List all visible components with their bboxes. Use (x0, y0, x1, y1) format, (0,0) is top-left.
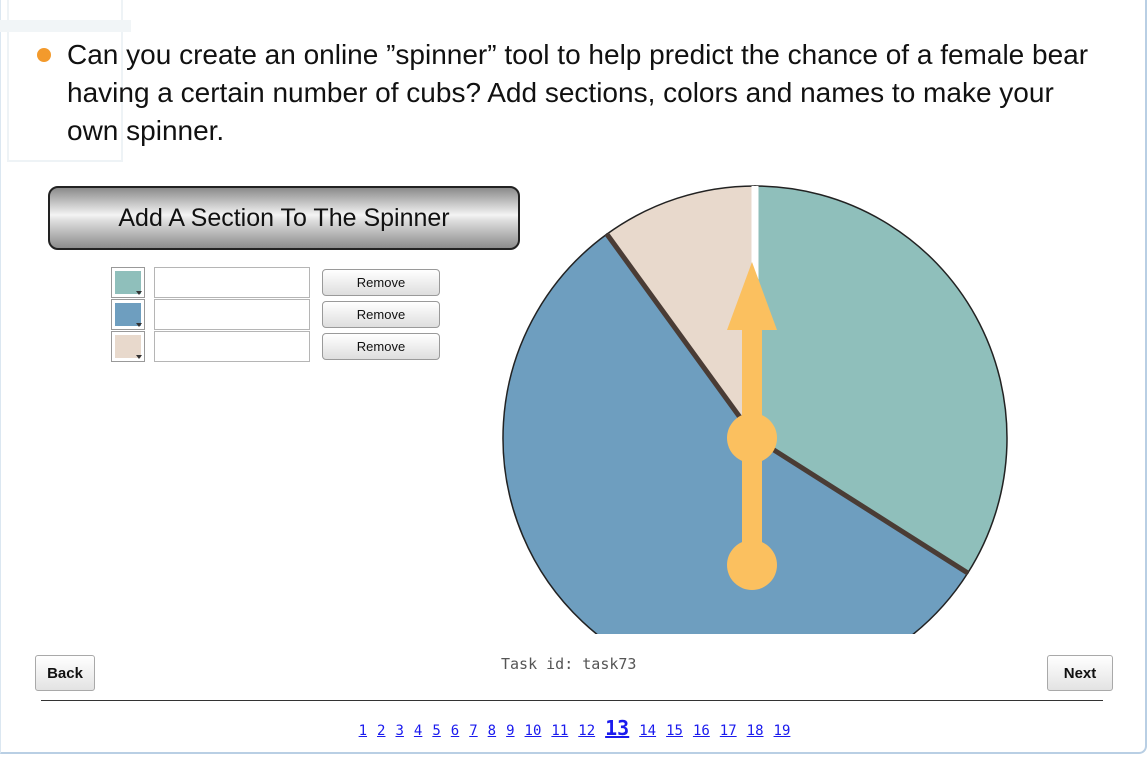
page-navigation: 1 2 3 4 5 6 7 8 9 10 11 12 13 14 15 16 17 18 19 (1, 716, 1147, 740)
chevron-down-icon (136, 323, 142, 327)
page-link-15[interactable]: 15 (666, 723, 683, 739)
page-link-16[interactable]: 16 (693, 723, 710, 739)
page-link-14[interactable]: 14 (639, 723, 656, 739)
color-picker[interactable] (111, 267, 145, 298)
page-link-18[interactable]: 18 (747, 723, 764, 739)
next-button[interactable]: Next (1047, 655, 1113, 691)
page-link-17[interactable]: 17 (720, 723, 737, 739)
arrow-tail[interactable] (727, 540, 777, 590)
section-name-input[interactable] (154, 331, 310, 362)
chevron-down-icon (136, 355, 142, 359)
spinner-wheel[interactable] (499, 182, 1011, 634)
section-row: Remove (111, 299, 451, 332)
remove-section-button[interactable]: Remove (322, 269, 440, 296)
page-link-12[interactable]: 12 (578, 723, 595, 739)
page-link-19[interactable]: 19 (774, 723, 791, 739)
section-name-input[interactable] (154, 299, 310, 330)
chevron-down-icon (136, 291, 142, 295)
page-link-1[interactable]: 1 (359, 723, 367, 739)
page-link-6[interactable]: 6 (451, 723, 459, 739)
color-picker[interactable] (111, 331, 145, 362)
divider (41, 700, 1103, 701)
page-link-11[interactable]: 11 (551, 723, 568, 739)
page-link-4[interactable]: 4 (414, 723, 422, 739)
remove-section-button[interactable]: Remove (322, 301, 440, 328)
task-id: Task id: task73 (501, 655, 637, 673)
page-link-2[interactable]: 2 (377, 723, 385, 739)
section-row: Remove (111, 267, 451, 300)
page-link-5[interactable]: 5 (432, 723, 440, 739)
section-name-input[interactable] (154, 267, 310, 298)
add-section-button[interactable]: Add A Section To The Spinner (48, 186, 520, 250)
arrow-pivot[interactable] (727, 413, 777, 463)
task-frame: Can you create an online ”spinner” tool … (0, 0, 1147, 754)
page-link-10[interactable]: 10 (525, 723, 542, 739)
page-link-13[interactable]: 13 (605, 716, 629, 740)
bullet-icon (37, 48, 51, 62)
prompt-text: Can you create an online ”spinner” tool … (67, 39, 1089, 146)
page-link-7[interactable]: 7 (469, 723, 477, 739)
page-link-3[interactable]: 3 (395, 723, 403, 739)
remove-section-button[interactable]: Remove (322, 333, 440, 360)
back-button[interactable]: Back (35, 655, 95, 691)
background-watermark-bar (0, 20, 131, 32)
color-picker[interactable] (111, 299, 145, 330)
page-link-9[interactable]: 9 (506, 723, 514, 739)
section-row: Remove (111, 331, 451, 364)
page-link-8[interactable]: 8 (488, 723, 496, 739)
